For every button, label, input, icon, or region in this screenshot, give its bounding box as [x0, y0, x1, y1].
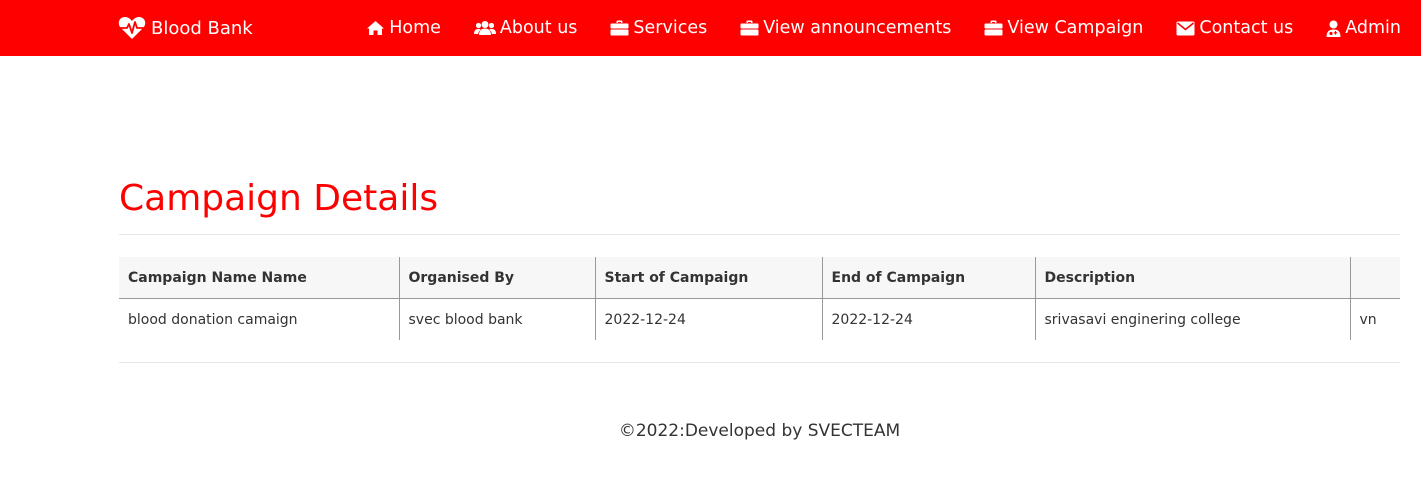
cell-organised-by: svec blood bank: [398, 298, 595, 340]
nav-contact-us-label: Contact us: [1199, 18, 1294, 38]
brand-name: Blood Bank: [151, 17, 253, 39]
cell-start: 2022-12-24: [594, 298, 822, 340]
campaign-table: Campaign Name Name Organised By Start of…: [119, 257, 1400, 340]
nav-about-us-label: About us: [499, 18, 578, 38]
briefcase-icon: [610, 20, 629, 36]
nav-contact-us[interactable]: Contact us: [1176, 18, 1293, 38]
home-icon: [367, 21, 385, 35]
footer-text: ©2022:Developed by SVECTEAM: [618, 421, 901, 441]
column-header-start: Start of Campaign: [594, 257, 822, 299]
cell-extra: vn: [1349, 298, 1400, 340]
cell-campaign-name: blood donation camaign: [128, 311, 298, 328]
page-title: Campaign Details: [119, 178, 439, 219]
briefcase-icon: [740, 20, 759, 36]
nav-admin-label: Admin: [1345, 18, 1401, 38]
main-nav: Home About us Services View announcement…: [366, 0, 1401, 56]
brand-link[interactable]: Blood Bank: [118, 0, 253, 56]
nav-view-announcements[interactable]: View announcements: [740, 18, 951, 38]
nav-services[interactable]: Services: [610, 18, 707, 38]
nav-admin[interactable]: Admin: [1326, 18, 1401, 38]
nav-home-label: Home: [389, 18, 441, 38]
nav-view-campaign-label: View Campaign: [1007, 18, 1144, 38]
nav-home[interactable]: Home: [366, 18, 441, 38]
envelope-icon: [1176, 21, 1195, 35]
nav-services-label: Services: [633, 18, 708, 38]
divider: [119, 362, 1400, 363]
column-header-extra: [1349, 257, 1400, 299]
table-header-row: Campaign Name Name Organised By Start of…: [119, 257, 1400, 299]
navbar: Blood Bank Home About us Services View a…: [0, 0, 1421, 56]
briefcase-icon: [984, 20, 1003, 36]
table-row: blood donation camaign svec blood bank 2…: [119, 298, 1400, 340]
nav-about-us[interactable]: About us: [473, 18, 578, 38]
cell-description: srivasavi enginering college: [1034, 298, 1350, 340]
column-header-organised-by: Organised By: [398, 257, 595, 299]
column-header-description: Description: [1034, 257, 1350, 299]
users-icon: [473, 21, 496, 35]
column-header-campaign-name: Campaign Name Name: [119, 257, 399, 299]
divider: [119, 234, 1400, 235]
user-md-icon: [1326, 20, 1341, 37]
column-header-end: End of Campaign: [821, 257, 1035, 299]
cell-end: 2022-12-24: [821, 298, 1035, 340]
nav-view-campaign[interactable]: View Campaign: [984, 18, 1143, 38]
heartbeat-icon: [118, 17, 146, 39]
nav-view-announcements-label: View announcements: [763, 18, 952, 38]
